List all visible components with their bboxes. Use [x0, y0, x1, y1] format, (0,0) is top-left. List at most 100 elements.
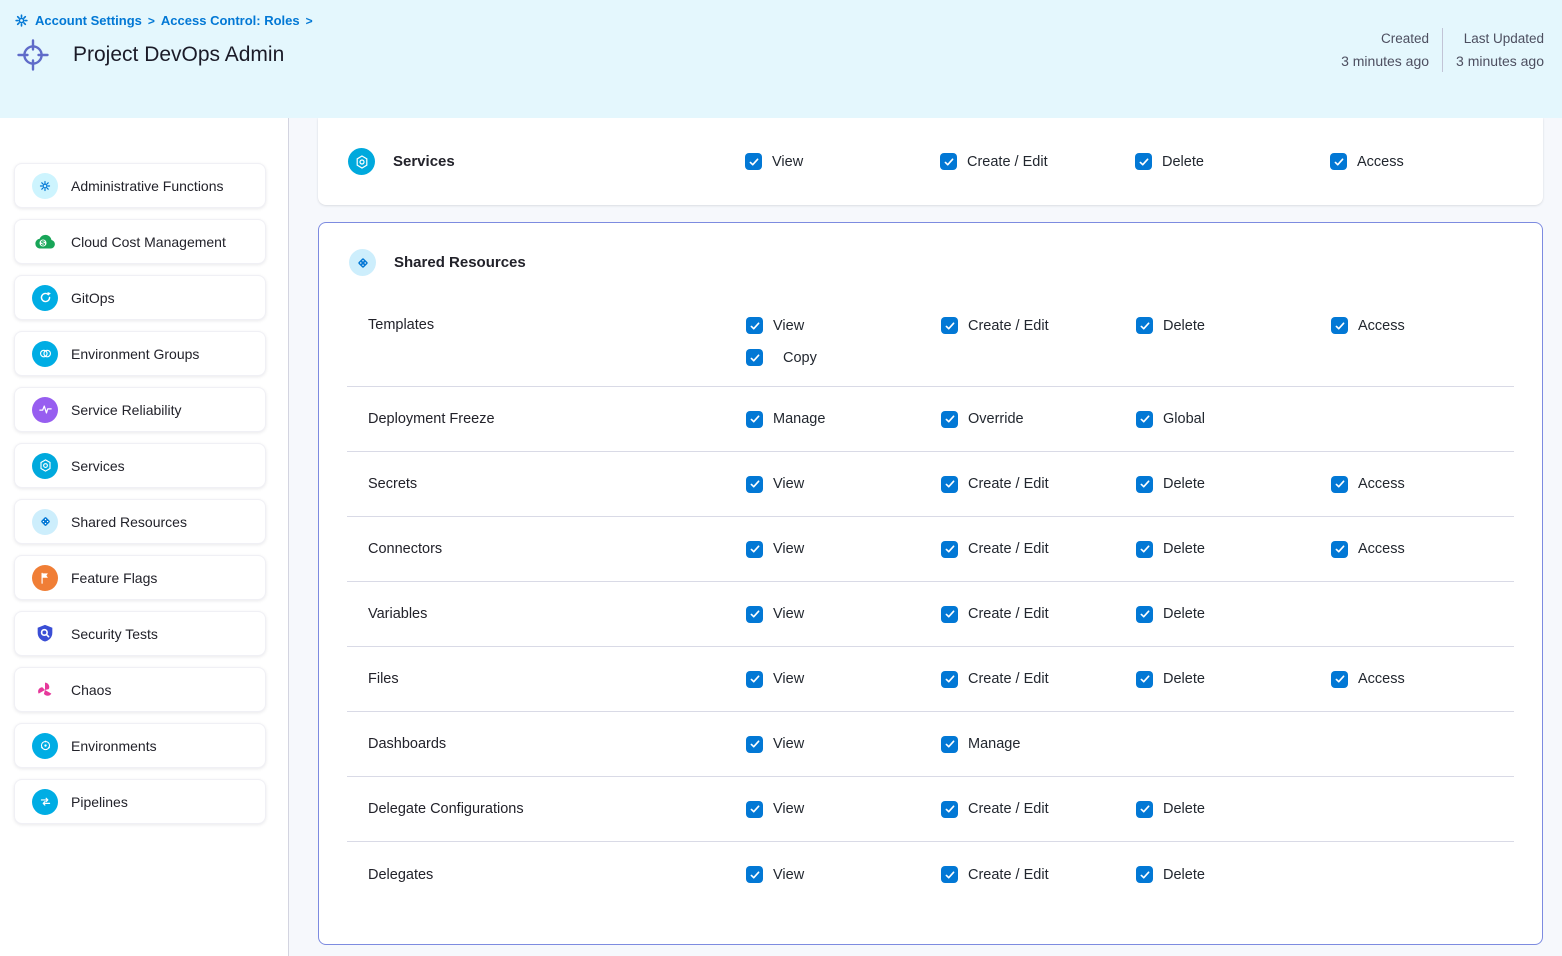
- permission-checkbox-view[interactable]: View: [745, 153, 940, 170]
- sidebar-item-services[interactable]: Services: [14, 443, 266, 488]
- permission-checkbox-access[interactable]: Access: [1331, 317, 1514, 334]
- checkbox-checked-icon[interactable]: [1136, 476, 1153, 493]
- shared-resources-icon: [349, 249, 376, 276]
- permission-checkbox-manage[interactable]: Manage: [746, 411, 941, 428]
- permission-checkbox-delete[interactable]: Delete: [1136, 801, 1331, 818]
- checkbox-checked-icon[interactable]: [1331, 317, 1348, 334]
- permission-checkbox-global[interactable]: Global: [1136, 411, 1331, 428]
- sidebar-item-chaos[interactable]: Chaos: [14, 667, 266, 712]
- permission-checkbox-view[interactable]: View: [746, 866, 941, 883]
- checkbox-checked-icon[interactable]: [941, 801, 958, 818]
- pipelines-icon: [32, 789, 58, 815]
- checkbox-checked-icon[interactable]: [1136, 671, 1153, 688]
- checkbox-checked-icon[interactable]: [1331, 476, 1348, 493]
- sidebar-item-environments[interactable]: Environments: [14, 723, 266, 768]
- sidebar-item-cloud-cost-management[interactable]: $ Cloud Cost Management: [14, 219, 266, 264]
- permission-checkbox-create-edit[interactable]: Create / Edit: [941, 317, 1136, 334]
- checkbox-checked-icon[interactable]: [1136, 411, 1153, 428]
- sidebar-item-feature-flags[interactable]: Feature Flags: [14, 555, 266, 600]
- checkbox-checked-icon[interactable]: [1331, 541, 1348, 558]
- feature-flags-icon: [32, 565, 58, 591]
- checkbox-checked-icon[interactable]: [746, 671, 763, 688]
- permission-checkbox-delete[interactable]: Delete: [1136, 606, 1331, 623]
- permission-checkbox-delete[interactable]: Delete: [1135, 153, 1330, 170]
- resource-name: Dashboards: [347, 736, 746, 752]
- checkbox-checked-icon[interactable]: [941, 606, 958, 623]
- sidebar-item-administrative-functions[interactable]: Administrative Functions: [14, 163, 266, 208]
- permission-checkbox-access[interactable]: Access: [1331, 476, 1514, 493]
- breadcrumb-account-settings[interactable]: Account Settings: [35, 13, 142, 28]
- checkbox-checked-icon[interactable]: [746, 476, 763, 493]
- checkbox-checked-icon[interactable]: [746, 411, 763, 428]
- checkbox-checked-icon[interactable]: [941, 866, 958, 883]
- sidebar-item-shared-resources[interactable]: Shared Resources: [14, 499, 266, 544]
- checkbox-checked-icon[interactable]: [746, 866, 763, 883]
- checkbox-checked-icon[interactable]: [746, 606, 763, 623]
- permission-checkbox-delete[interactable]: Delete: [1136, 317, 1331, 334]
- checkbox-checked-icon[interactable]: [1136, 541, 1153, 558]
- permission-checkbox-access[interactable]: Access: [1331, 541, 1514, 558]
- checkbox-checked-icon[interactable]: [1135, 153, 1152, 170]
- chaos-icon: [32, 677, 58, 703]
- breadcrumb-access-control-roles[interactable]: Access Control: Roles: [161, 13, 300, 28]
- checkbox-checked-icon[interactable]: [940, 153, 957, 170]
- checkbox-checked-icon[interactable]: [746, 801, 763, 818]
- checkbox-checked-icon[interactable]: [941, 476, 958, 493]
- sidebar-item-label: Cloud Cost Management: [71, 234, 226, 250]
- card-title: Shared Resources: [394, 254, 526, 271]
- checkbox-checked-icon[interactable]: [746, 317, 763, 334]
- checkbox-checked-icon[interactable]: [941, 671, 958, 688]
- permissions-panel: Services View Create / Edit Delete Acces…: [289, 118, 1562, 956]
- permission-checkbox-access[interactable]: Access: [1331, 671, 1514, 688]
- sidebar-item-pipelines[interactable]: Pipelines: [14, 779, 266, 824]
- checkbox-checked-icon[interactable]: [941, 317, 958, 334]
- permission-checkbox-create-edit[interactable]: Create / Edit: [941, 801, 1136, 818]
- checkbox-checked-icon[interactable]: [1331, 671, 1348, 688]
- table-row-secrets: Secrets View Create / Edit Delete Access: [347, 452, 1514, 517]
- environments-icon: [32, 733, 58, 759]
- checkbox-checked-icon[interactable]: [1136, 866, 1153, 883]
- permission-checkbox-create-edit[interactable]: Create / Edit: [941, 541, 1136, 558]
- resource-name: Secrets: [347, 476, 746, 492]
- checkbox-checked-icon[interactable]: [745, 153, 762, 170]
- checkbox-checked-icon[interactable]: [746, 541, 763, 558]
- checkbox-checked-icon[interactable]: [941, 541, 958, 558]
- permission-checkbox-override[interactable]: Override: [941, 411, 1136, 428]
- permission-checkbox-access[interactable]: Access: [1330, 153, 1543, 170]
- permission-checkbox-view[interactable]: View: [746, 476, 941, 493]
- checkbox-checked-icon[interactable]: [1136, 317, 1153, 334]
- checkbox-checked-icon[interactable]: [746, 349, 763, 366]
- checkbox-checked-icon[interactable]: [1136, 606, 1153, 623]
- permission-checkbox-view[interactable]: View: [746, 671, 941, 688]
- permission-checkbox-view[interactable]: View: [746, 736, 941, 753]
- checkbox-checked-icon[interactable]: [1136, 801, 1153, 818]
- cloud-dollar-icon: $: [32, 229, 58, 255]
- checkbox-checked-icon[interactable]: [746, 736, 763, 753]
- permission-checkbox-delete[interactable]: Delete: [1136, 866, 1331, 883]
- sidebar-item-security-tests[interactable]: Security Tests: [14, 611, 266, 656]
- permission-checkbox-view[interactable]: View: [746, 606, 941, 623]
- sidebar-item-service-reliability[interactable]: Service Reliability: [14, 387, 266, 432]
- permission-checkbox-manage[interactable]: Manage: [941, 736, 1136, 753]
- permission-checkbox-create-edit[interactable]: Create / Edit: [941, 866, 1136, 883]
- table-row-files: Files View Create / Edit Delete Access: [347, 647, 1514, 712]
- permission-checkbox-create-edit[interactable]: Create / Edit: [940, 153, 1135, 170]
- permission-checkbox-copy[interactable]: Copy: [746, 349, 941, 366]
- checkbox-checked-icon[interactable]: [1330, 153, 1347, 170]
- permission-checkbox-create-edit[interactable]: Create / Edit: [941, 606, 1136, 623]
- checkbox-checked-icon[interactable]: [941, 411, 958, 428]
- checkbox-checked-icon[interactable]: [941, 736, 958, 753]
- permission-checkbox-create-edit[interactable]: Create / Edit: [941, 671, 1136, 688]
- resource-name: Files: [347, 671, 746, 687]
- table-row-connectors: Connectors View Create / Edit Delete Acc…: [347, 517, 1514, 582]
- permission-checkbox-view[interactable]: View: [746, 317, 941, 334]
- permission-checkbox-delete[interactable]: Delete: [1136, 476, 1331, 493]
- meta-divider: [1442, 28, 1443, 72]
- permission-checkbox-delete[interactable]: Delete: [1136, 671, 1331, 688]
- sidebar-item-environment-groups[interactable]: Environment Groups: [14, 331, 266, 376]
- permission-checkbox-view[interactable]: View: [746, 541, 941, 558]
- permission-checkbox-delete[interactable]: Delete: [1136, 541, 1331, 558]
- sidebar-item-gitops[interactable]: GitOps: [14, 275, 266, 320]
- permission-checkbox-view[interactable]: View: [746, 801, 941, 818]
- permission-checkbox-create-edit[interactable]: Create / Edit: [941, 476, 1136, 493]
